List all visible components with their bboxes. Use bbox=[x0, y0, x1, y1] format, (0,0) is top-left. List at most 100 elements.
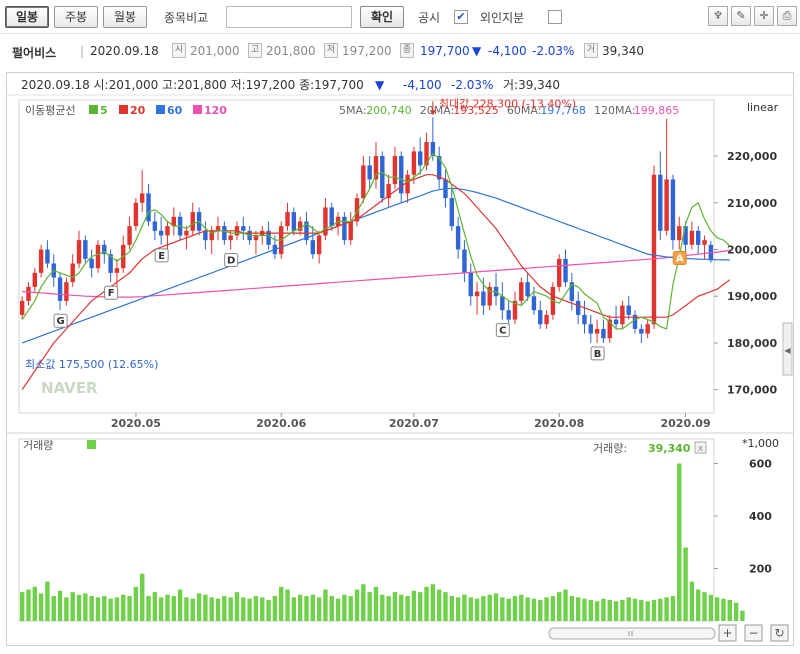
volume-tick-label: 400 bbox=[749, 510, 772, 523]
candle-body bbox=[45, 249, 50, 264]
foreign-label: 외인지분 bbox=[480, 11, 525, 25]
ma-legend-label: 20 bbox=[130, 104, 146, 117]
volume-bar bbox=[26, 589, 31, 621]
close-tag: 종 bbox=[400, 43, 414, 58]
candle-body bbox=[95, 244, 101, 269]
quote-date: 2020.09.18 bbox=[90, 44, 159, 58]
volume-bar bbox=[556, 592, 562, 621]
crosshair-icon[interactable]: ✛ bbox=[754, 6, 774, 26]
volume-value: 39,340 bbox=[602, 44, 644, 58]
volume-bar bbox=[733, 602, 739, 621]
reset-icon-glyph[interactable]: ↻ bbox=[774, 626, 784, 640]
volume-bar bbox=[519, 594, 524, 621]
volume-bar bbox=[430, 584, 436, 621]
candle-body bbox=[253, 235, 259, 241]
compare-input[interactable] bbox=[226, 6, 352, 28]
volume-bar bbox=[620, 600, 625, 621]
volume-bar bbox=[323, 589, 328, 621]
volume-bar bbox=[683, 547, 688, 621]
volume-title: 거래량 bbox=[23, 439, 53, 452]
open-value: 201,000 bbox=[190, 44, 240, 58]
volume-bar bbox=[190, 598, 195, 621]
pin-icon[interactable]: ♆ bbox=[708, 6, 728, 26]
volume-bar bbox=[171, 596, 177, 621]
disclosure-checkbox[interactable]: ✔ bbox=[454, 10, 468, 24]
volume-bar bbox=[411, 590, 417, 621]
candle-body bbox=[57, 277, 63, 301]
marker-label: G bbox=[56, 316, 64, 327]
candle-body bbox=[158, 230, 164, 236]
ma-legend-swatch bbox=[119, 105, 128, 114]
candle-body bbox=[594, 328, 600, 334]
min-annotation: 최소값 175,500 (12.65%) bbox=[25, 358, 158, 371]
volume-bar bbox=[727, 600, 733, 621]
monthly-button[interactable]: 월봉 bbox=[103, 6, 147, 28]
volume-bar bbox=[127, 596, 132, 621]
volume-bar bbox=[740, 610, 745, 621]
candle-body bbox=[32, 272, 38, 287]
date-tick-label: 2020.09 bbox=[661, 417, 711, 430]
volume-bar bbox=[146, 596, 151, 621]
volume-bar bbox=[721, 598, 726, 621]
candle-body bbox=[329, 207, 334, 227]
zoom-out-icon-glyph[interactable]: − bbox=[748, 626, 758, 640]
marker-label: C bbox=[499, 326, 506, 337]
volume-bar bbox=[538, 600, 543, 621]
volume-bar bbox=[51, 596, 56, 621]
volume-bar bbox=[95, 597, 101, 621]
volume-bar bbox=[417, 592, 423, 621]
daily-button[interactable]: 일봉 bbox=[5, 6, 49, 28]
confirm-button[interactable]: 확인 bbox=[360, 6, 404, 28]
marker-label: F bbox=[108, 288, 115, 299]
volume-close-glyph: x bbox=[698, 444, 704, 454]
volume-bar bbox=[367, 592, 372, 621]
weekly-button[interactable]: 주봉 bbox=[54, 6, 98, 28]
pen-icon[interactable]: ✎ bbox=[731, 6, 751, 26]
chart-canvas[interactable]: 2020.09.18 시:201,000 고:201,800 저:197,200… bbox=[7, 73, 793, 645]
candle-body bbox=[651, 174, 657, 325]
volume-bar bbox=[563, 589, 568, 621]
volume-bar bbox=[184, 597, 189, 621]
candle-body bbox=[348, 221, 353, 241]
marker-label: D bbox=[227, 255, 235, 266]
volume-tag: 거 bbox=[584, 43, 598, 58]
chart-header-text: 2020.09.18 시:201,000 고:201,800 저:197,200… bbox=[21, 78, 364, 92]
volume-bar bbox=[594, 601, 600, 621]
volume-bar bbox=[399, 594, 404, 621]
volume-bar bbox=[708, 594, 714, 621]
volume-bar bbox=[260, 597, 265, 621]
volume-tick-label: 200 bbox=[749, 563, 772, 576]
candle-body bbox=[639, 328, 644, 334]
foreign-checkbox[interactable] bbox=[548, 10, 562, 24]
chart-header-arrow: ▼ bbox=[375, 78, 385, 92]
candle-body bbox=[190, 212, 195, 231]
candle-body bbox=[342, 216, 347, 241]
candle-body bbox=[556, 258, 562, 287]
volume-bar bbox=[689, 581, 695, 621]
volume-bar bbox=[361, 584, 366, 621]
volume-bar bbox=[133, 586, 139, 621]
candle-body bbox=[601, 328, 606, 339]
volume-bar bbox=[424, 586, 429, 621]
volume-bar bbox=[468, 597, 473, 621]
volume-bar bbox=[247, 598, 252, 621]
volume-bar bbox=[196, 593, 202, 621]
volume-bar bbox=[575, 597, 581, 621]
volume-bar bbox=[664, 597, 669, 621]
candle-body bbox=[215, 226, 221, 231]
candle-body bbox=[702, 240, 707, 245]
candle-body bbox=[664, 179, 669, 231]
volume-bar bbox=[108, 598, 113, 621]
volume-bar bbox=[531, 598, 537, 621]
volume-value-label: 거래량: bbox=[593, 442, 627, 455]
volume-bar bbox=[462, 594, 467, 621]
naver-watermark: NAVER bbox=[41, 379, 98, 397]
print-icon[interactable]: ⎙ bbox=[777, 6, 797, 26]
candle-body bbox=[316, 235, 322, 255]
candle-body bbox=[19, 300, 25, 315]
zoom-in-icon-glyph[interactable]: + bbox=[722, 626, 732, 640]
volume-bar bbox=[203, 594, 208, 621]
volume-bar bbox=[500, 597, 505, 621]
volume-bar bbox=[32, 586, 38, 621]
volume-bar bbox=[455, 597, 461, 621]
